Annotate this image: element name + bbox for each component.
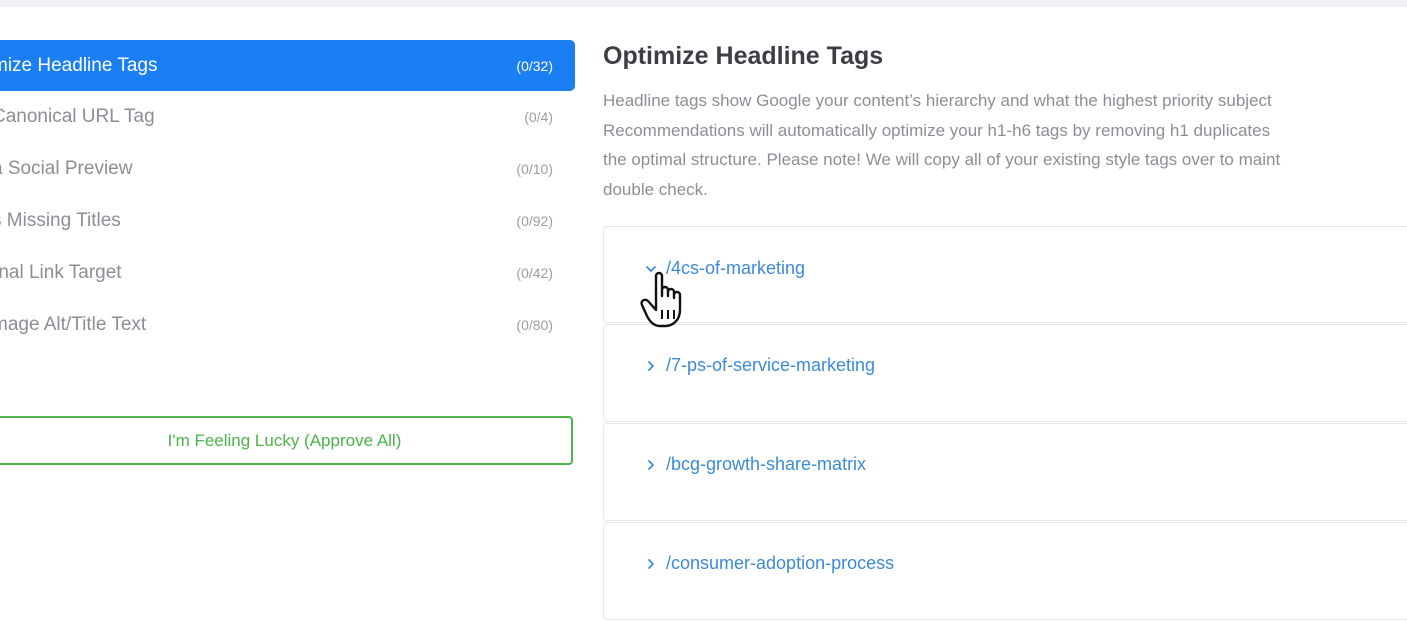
- accordion-header-7-ps-of-service-marketing[interactable]: /7-ps-of-service-marketing: [644, 355, 875, 376]
- sidebar-item-count: (0/92): [516, 213, 553, 229]
- accordion-item: /consumer-adoption-process: [603, 522, 1407, 620]
- accordion-item: /bcg-growth-share-matrix: [603, 423, 1407, 521]
- chevron-right-icon: [648, 459, 654, 470]
- accordion-header-bcg-growth-share-matrix[interactable]: /bcg-growth-share-matrix: [644, 454, 866, 475]
- accordion-item: /7-ps-of-service-marketing: [603, 324, 1407, 422]
- chevron-down-icon: [646, 265, 656, 272]
- page-accordion: /4cs-of-marketing /7-ps-of-service-marke…: [603, 226, 1407, 621]
- accordion-header-4cs-of-marketing[interactable]: /4cs-of-marketing: [644, 258, 805, 279]
- chevron-right-icon: [648, 558, 654, 569]
- sidebar-item-headline-tags[interactable]: mize Headline Tags (0/32): [0, 40, 575, 91]
- sidebar-item-missing-titles[interactable]: s Missing Titles (0/92): [0, 195, 575, 247]
- sidebar-item-label: rnal Link Target: [0, 262, 122, 283]
- sidebar-item-count: (0/80): [516, 317, 553, 333]
- sidebar-item-canonical-url-tag[interactable]: Canonical URL Tag (0/4): [0, 91, 575, 143]
- accordion-item: /4cs-of-marketing: [603, 226, 1407, 323]
- accordion-label: /4cs-of-marketing: [666, 258, 806, 278]
- sidebar-item-image-alt-title-text[interactable]: mage Alt/Title Text (0/80): [0, 299, 575, 351]
- sidebar-item-label: a Social Preview: [0, 158, 133, 179]
- description-line: Headline tags show Google your content’s…: [603, 91, 1272, 110]
- sidebar-item-count: (0/10): [516, 161, 553, 177]
- accordion-header-consumer-adoption-process[interactable]: /consumer-adoption-process: [644, 553, 894, 574]
- approve-all-button[interactable]: I'm Feeling Lucky (Approve All): [0, 416, 573, 465]
- description-line: double check.: [603, 179, 708, 199]
- accordion-label: /bcg-growth-share-matrix: [666, 454, 867, 474]
- sidebar: mize Headline Tags (0/32) Canonical URL …: [0, 40, 575, 351]
- page-description: Headline tags show Google your content’s…: [603, 86, 1407, 204]
- sidebar-item-social-preview[interactable]: a Social Preview (0/10): [0, 143, 575, 195]
- sidebar-item-label: s Missing Titles: [0, 210, 121, 231]
- sidebar-item-external-link-target[interactable]: rnal Link Target (0/42): [0, 247, 575, 299]
- sidebar-item-count: (0/42): [516, 265, 553, 281]
- sidebar-item-label: Canonical URL Tag: [0, 106, 155, 127]
- sidebar-item-label: mage Alt/Title Text: [0, 314, 147, 335]
- sidebar-item-label: mize Headline Tags: [0, 54, 158, 76]
- page-title: Optimize Headline Tags: [603, 42, 884, 70]
- sidebar-item-count: (0/4): [524, 109, 553, 125]
- description-line: Recommendations will automatically optim…: [603, 120, 1271, 140]
- chevron-right-icon: [648, 360, 654, 371]
- description-line: the optimal structure. Please note! We w…: [603, 150, 1281, 169]
- accordion-label: /7-ps-of-service-marketing: [666, 355, 876, 375]
- sidebar-item-count: (0/32): [516, 57, 553, 74]
- top-strip: [0, 0, 1407, 7]
- accordion-label: /consumer-adoption-process: [666, 553, 895, 573]
